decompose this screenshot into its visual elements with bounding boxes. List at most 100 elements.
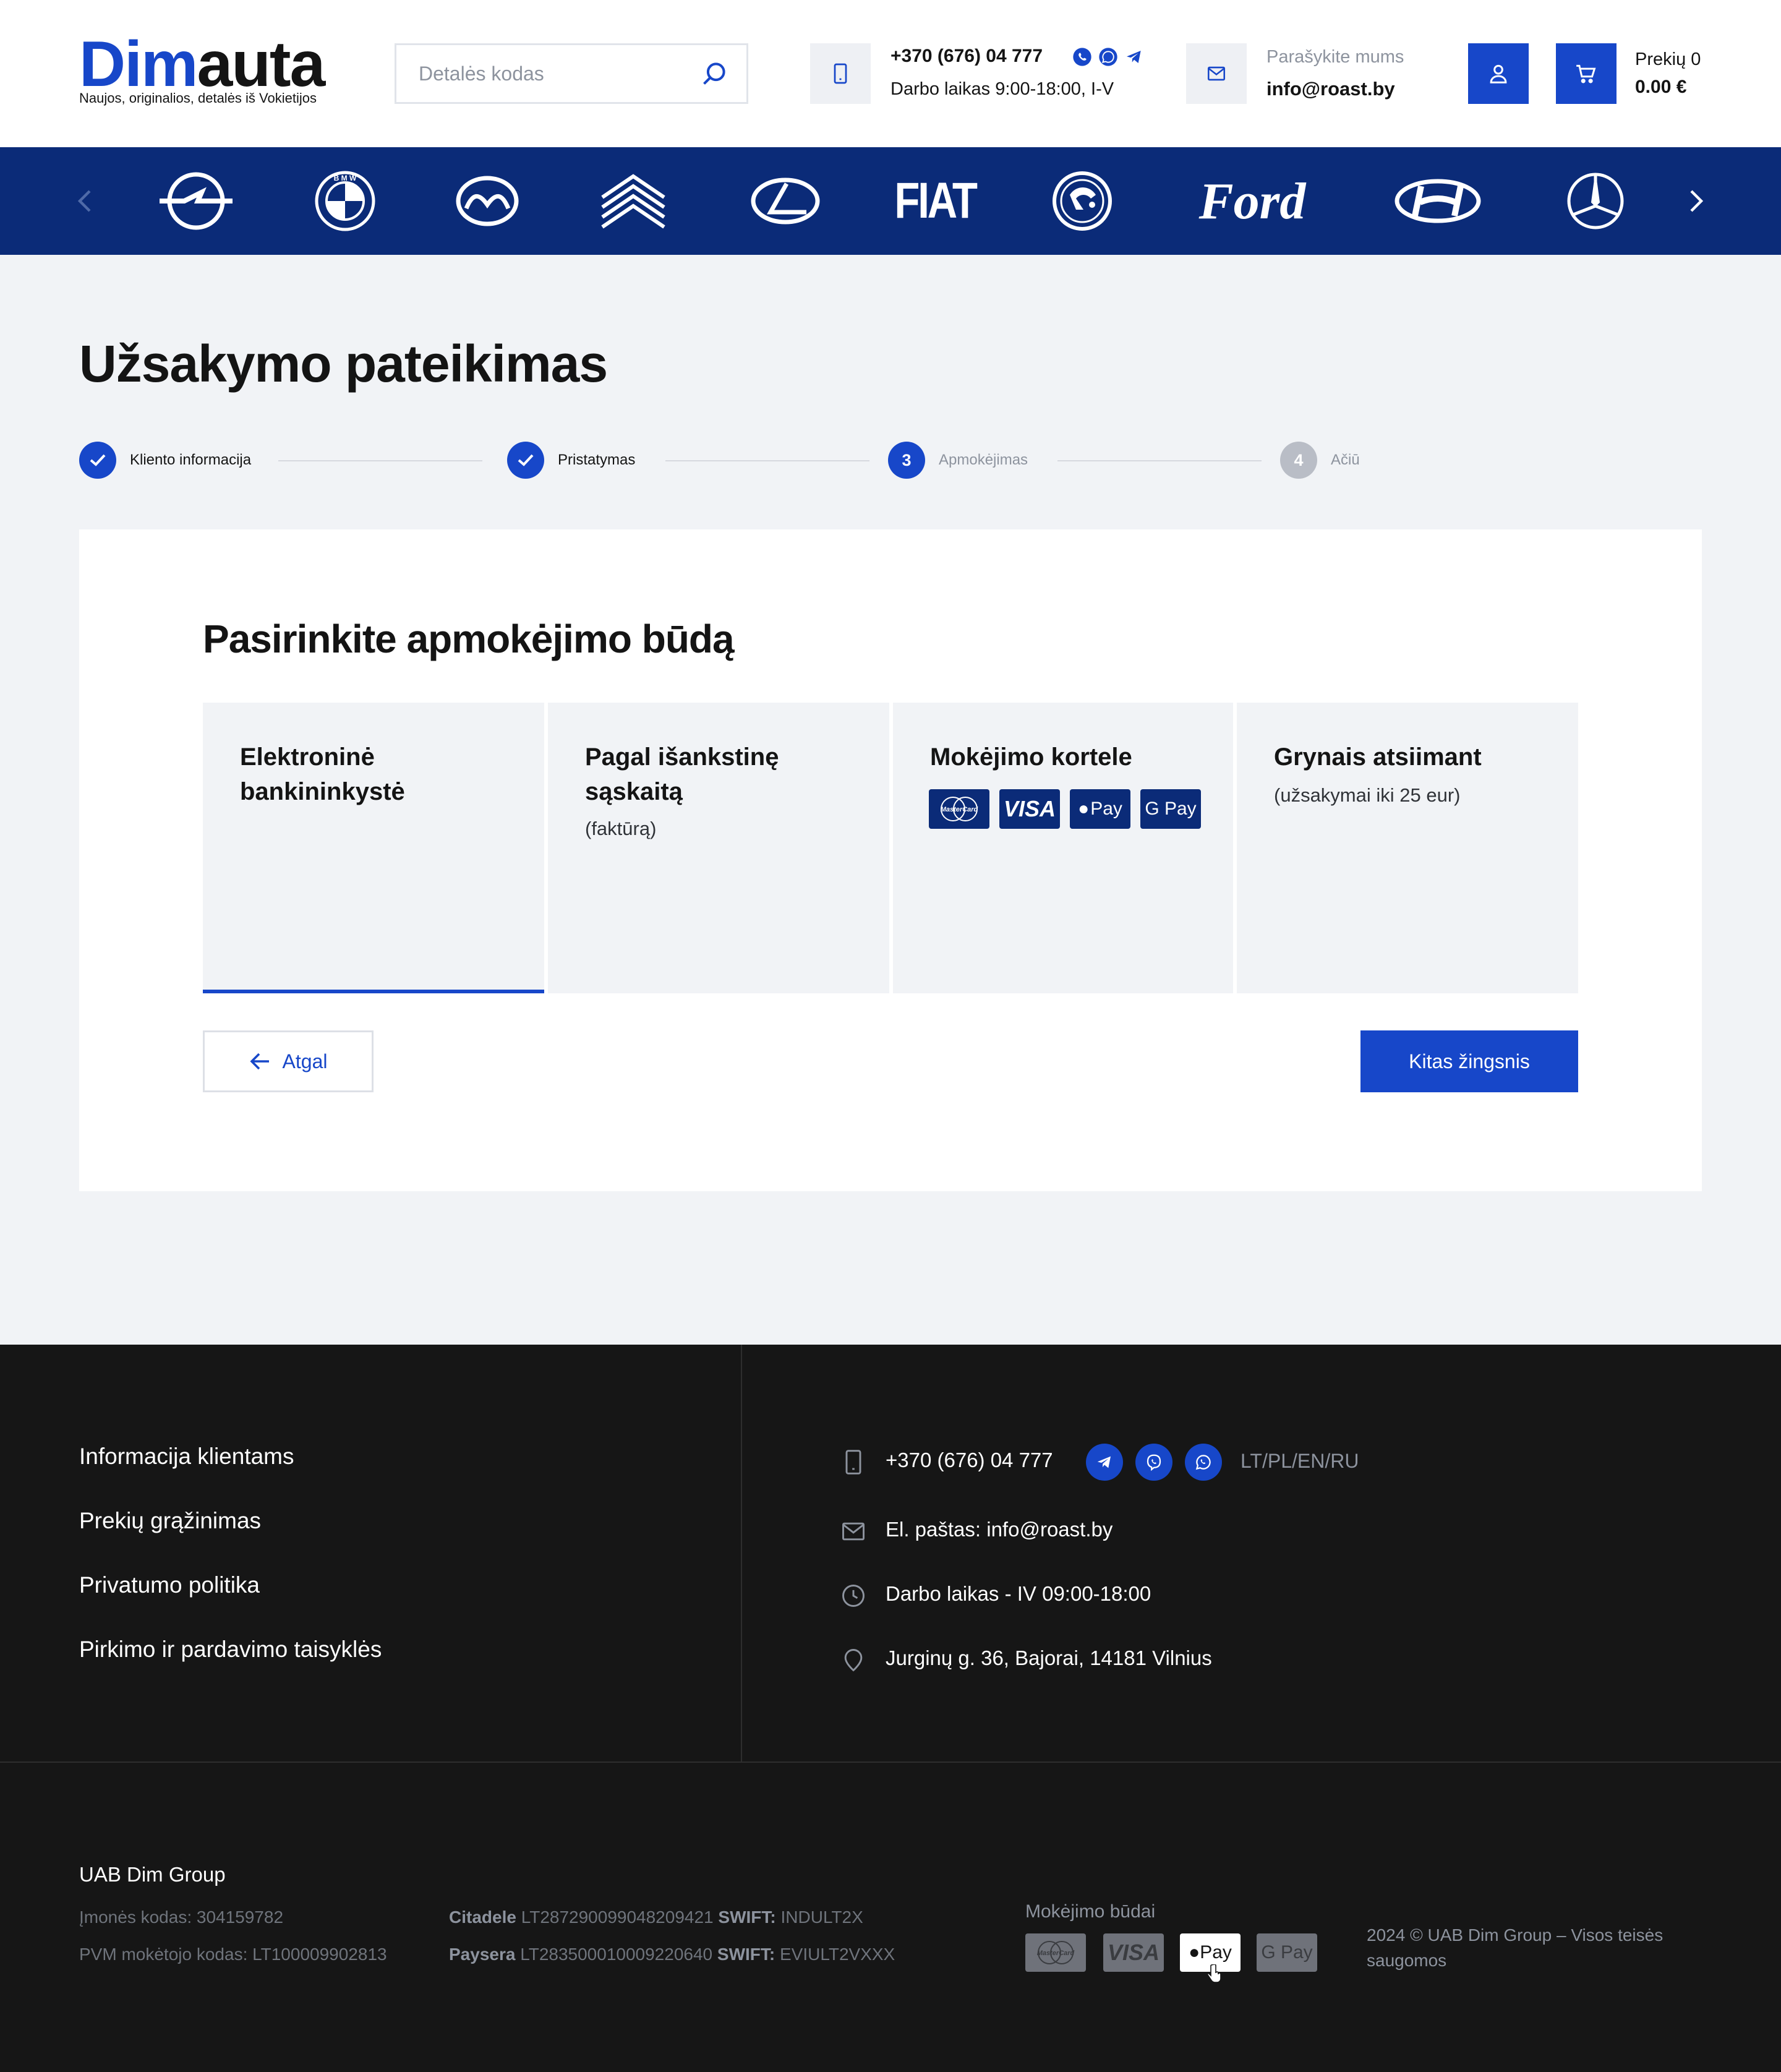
carousel-prev-button[interactable] [68, 184, 101, 218]
footer-phone[interactable]: +370 (676) 04 777 [886, 1449, 1053, 1472]
ford-logo-text: Ford [1198, 172, 1306, 230]
company-name: UAB Dim Group [79, 1863, 226, 1886]
option-title: Pagal išankstinę sąskaitą [585, 743, 779, 805]
brand-opel[interactable] [156, 166, 236, 236]
step-connector [278, 460, 482, 461]
payment-option-card[interactable]: Mokėjimo kortele MasterCard VISA ● Pay G … [893, 703, 1233, 993]
footer-link-privacy[interactable]: Privatumo politika [79, 1572, 260, 1598]
footer-link-terms[interactable]: Pirkimo ir pardavimo taisyklės [79, 1637, 382, 1663]
mail-tile [1186, 43, 1247, 104]
vat-code: PVM mokėtojo kodas: LT100009902813 [79, 1945, 387, 1964]
phone-icon [834, 63, 847, 84]
cursor-hand-icon [1207, 1964, 1221, 1983]
lexus-logo-icon [751, 178, 820, 225]
option-title: Grynais atsiimant [1274, 743, 1482, 771]
apple-icon: ● [1189, 1942, 1200, 1963]
footer-googlepay-badge: G Pay [1257, 1933, 1317, 1972]
brand-fiat[interactable]: FIAT [894, 166, 978, 236]
step-3-label: Apmokėjimas [939, 452, 1028, 468]
footer-email[interactable]: El. paštas: info@roast.by [886, 1518, 1113, 1541]
brand-mazda[interactable] [455, 166, 519, 236]
whatsapp-icon [1195, 1455, 1211, 1470]
header-phone[interactable]: +370 (676) 04 777 [890, 46, 1043, 67]
company-code: Įmonės kodas: 304159782 [79, 1907, 284, 1927]
brand-skoda[interactable] [1051, 166, 1113, 236]
header-email[interactable]: info@roast.by [1266, 78, 1395, 100]
googlepay-badge: G Pay [1140, 789, 1201, 829]
back-button-label: Atgal [282, 1050, 328, 1072]
mazda-logo-icon [456, 176, 519, 226]
brand-citroen[interactable] [599, 166, 668, 236]
payment-option-ebanking[interactable]: Elektroninė bankininkystė [203, 703, 544, 993]
payment-option-cash[interactable]: Grynais atsiimant (užsakymai iki 25 eur) [1237, 703, 1578, 993]
brand-bmw[interactable]: B M W [314, 166, 376, 236]
fiat-logo-text: FIAT [894, 173, 978, 229]
step-4-label: Ačiū [1331, 452, 1360, 468]
carousel-next-button[interactable] [1680, 184, 1713, 218]
brand-ford[interactable]: Ford [1194, 166, 1311, 236]
step-4-pending-dot: 4 [1280, 442, 1317, 479]
option-title: Mokėjimo kortele [930, 743, 1132, 771]
footer-link-customer-info[interactable]: Informacija klientams [79, 1444, 294, 1470]
header-hours: Darbo laikas 9:00-18:00, I-V [890, 79, 1114, 99]
mastercard-label: MasterCard [941, 806, 978, 813]
mail-icon [842, 1522, 865, 1541]
opel-logo-icon [160, 172, 233, 230]
card-badges: MasterCard VISA ● Pay G Pay [929, 789, 1201, 829]
footer-viber-button[interactable] [1135, 1444, 1172, 1481]
bank-paysera: Paysera LT283500010009220640 SWIFT: EVIU… [449, 1945, 895, 1964]
footer-address: Jurginų g. 36, Bajorai, 14181 Vilnius [886, 1646, 1212, 1669]
option-title: Elektroninė bankininkystė [240, 743, 405, 805]
cart-button[interactable] [1556, 43, 1617, 104]
cart-total: 0.00 € [1635, 77, 1687, 97]
page-title: Užsakymo pateikimas [79, 335, 608, 393]
copyright: 2024 © UAB Dim Group – Visos teisės saug… [1367, 1925, 1664, 1970]
applepay-badge: ● Pay [1070, 789, 1130, 829]
payment-option-invoice[interactable]: Pagal išankstinę sąskaitą (faktūrą) [548, 703, 889, 993]
brand-mercedes[interactable] [1566, 166, 1625, 236]
skoda-logo-icon [1053, 171, 1112, 231]
whatsapp-icon[interactable] [1098, 47, 1118, 67]
search-input[interactable] [419, 45, 691, 102]
check-icon [518, 454, 534, 466]
phone-tile [810, 43, 871, 104]
viber-icon [1147, 1454, 1161, 1471]
step-connector [1057, 460, 1262, 461]
mastercard-badge: MasterCard [929, 789, 989, 829]
footer-telegram-button[interactable] [1086, 1444, 1123, 1481]
next-step-button[interactable]: Kitas žingsnis [1360, 1030, 1578, 1092]
footer-link-returns[interactable]: Prekių grąžinimas [79, 1508, 261, 1534]
mastercard-label: MasterCard [1037, 1950, 1075, 1957]
step-2-label: Pristatymas [558, 452, 636, 468]
brand-lexus[interactable] [750, 166, 821, 236]
footer-divider [0, 1762, 1781, 1763]
mail-icon [1207, 66, 1226, 81]
footer-visa-badge: VISA [1103, 1933, 1164, 1972]
brand-hyundai[interactable] [1393, 166, 1483, 236]
check-icon [90, 454, 106, 466]
account-button[interactable] [1468, 43, 1529, 104]
language-switcher[interactable]: LT/PL/EN/RU [1241, 1450, 1359, 1473]
search-icon[interactable] [701, 60, 728, 87]
step-3-current-dot: 3 [888, 442, 925, 479]
telegram-icon [1097, 1456, 1111, 1468]
chevron-right-icon [1690, 190, 1704, 212]
step-1-label: Kliento informacija [130, 452, 252, 468]
option-note: (faktūrą) [585, 818, 657, 839]
clock-icon [842, 1585, 865, 1607]
phone-icon [845, 1450, 861, 1475]
back-button[interactable]: Atgal [203, 1030, 374, 1092]
apple-icon: ● [1078, 798, 1090, 819]
telegram-icon[interactable] [1124, 47, 1144, 67]
mastercard-icon: MasterCard [941, 797, 978, 821]
payment-methods-label: Mokėjimo būdai [1025, 1901, 1156, 1922]
step-connector [665, 460, 869, 461]
option-note: (užsakymai iki 25 eur) [1274, 784, 1461, 806]
viber-icon[interactable] [1072, 47, 1092, 67]
logo[interactable]: Dimauta [79, 32, 325, 96]
cart-count: Prekių 0 [1635, 49, 1701, 69]
mercedes-logo-icon [1567, 173, 1624, 229]
cart-icon [1576, 64, 1596, 83]
search-box [395, 43, 748, 104]
footer-whatsapp-button[interactable] [1185, 1444, 1222, 1481]
